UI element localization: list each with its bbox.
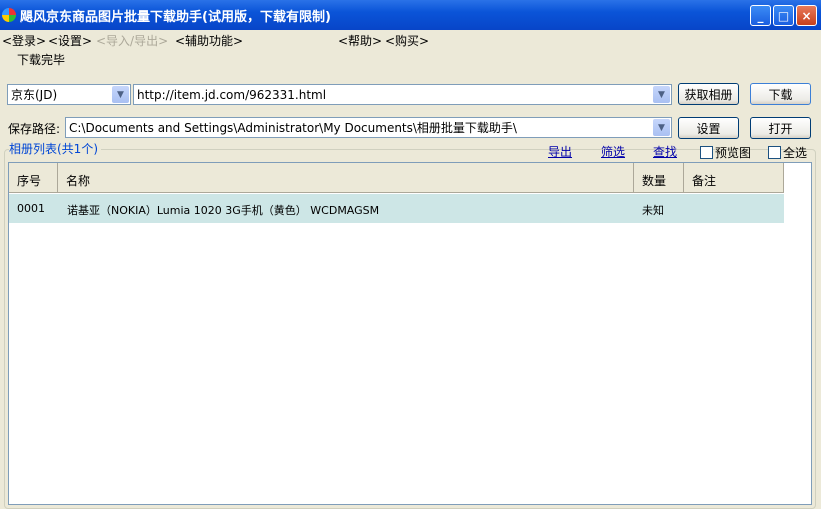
site-select[interactable]: 京东(JD) ▼ <box>7 84 131 105</box>
table-row[interactable]: 0001 诺基亚（NOKIA）Lumia 1020 3G手机（黄色） WCDMA… <box>9 194 784 223</box>
select-all-checkbox[interactable]: 全选 <box>768 144 807 161</box>
menu-login[interactable]: <登录> <box>2 32 46 49</box>
chevron-down-icon[interactable]: ▼ <box>112 86 129 103</box>
site-select-value: 京东(JD) <box>11 88 58 102</box>
settings-button[interactable]: 设置 <box>678 117 739 139</box>
row-no: 0001 <box>17 202 45 215</box>
title-bar[interactable]: 飓风京东商品图片批量下载助手(试用版，下载有限制) _ □ × <box>0 0 821 30</box>
menu-import-export[interactable]: <导入/导出> <box>96 32 168 49</box>
chevron-down-icon[interactable]: ▼ <box>653 119 670 136</box>
save-path-input[interactable]: C:\Documents and Settings\Administrator\… <box>65 117 672 138</box>
menu-settings[interactable]: <设置> <box>48 32 92 49</box>
open-button[interactable]: 打开 <box>750 117 811 139</box>
select-all-label: 全选 <box>783 146 808 160</box>
album-list[interactable]: 序号 名称 数量 备注 0001 诺基亚（NOKIA）Lumia 1020 3G… <box>8 162 812 505</box>
column-header-name[interactable]: 名称 <box>58 163 634 193</box>
menu-bar: <登录> <设置> <导入/导出> <辅助功能> <帮助> <购买> <box>0 30 821 48</box>
save-path-value: C:\Documents and Settings\Administrator\… <box>69 121 517 135</box>
maximize-button[interactable]: □ <box>773 5 794 26</box>
column-header-no[interactable]: 序号 <box>9 163 58 193</box>
menu-buy[interactable]: <购买> <box>385 32 429 49</box>
row-count: 未知 <box>642 204 664 217</box>
column-header-count[interactable]: 数量 <box>634 163 684 193</box>
column-header-note[interactable]: 备注 <box>684 163 784 193</box>
preview-checkbox[interactable]: 预览图 <box>700 144 751 161</box>
close-button[interactable]: × <box>796 5 817 26</box>
window-title: 飓风京东商品图片批量下载助手(试用版，下载有限制) <box>20 9 331 25</box>
fetch-album-button[interactable]: 获取相册 <box>678 83 739 105</box>
row-name: 诺基亚（NOKIA）Lumia 1020 3G手机（黄色） WCDMAGSM <box>67 204 380 217</box>
filter-link[interactable]: 筛选 <box>601 143 625 160</box>
album-list-title: 相册列表(共1个) <box>9 140 101 157</box>
download-button[interactable]: 下载 <box>750 83 811 105</box>
url-input[interactable]: http://item.jd.com/962331.html ▼ <box>133 84 672 105</box>
menu-aux-functions[interactable]: <辅助功能> <box>175 32 243 49</box>
menu-help[interactable]: <帮助> <box>338 32 382 49</box>
app-icon <box>2 8 16 22</box>
chevron-down-icon[interactable]: ▼ <box>653 86 670 103</box>
minimize-button[interactable]: _ <box>750 5 771 26</box>
find-link[interactable]: 查找 <box>653 143 677 160</box>
export-link[interactable]: 导出 <box>548 143 572 160</box>
status-text: 下载完毕 <box>17 53 66 67</box>
preview-label: 预览图 <box>715 146 752 160</box>
save-path-label: 保存路径: <box>8 122 61 136</box>
url-input-value: http://item.jd.com/962331.html <box>137 87 327 102</box>
